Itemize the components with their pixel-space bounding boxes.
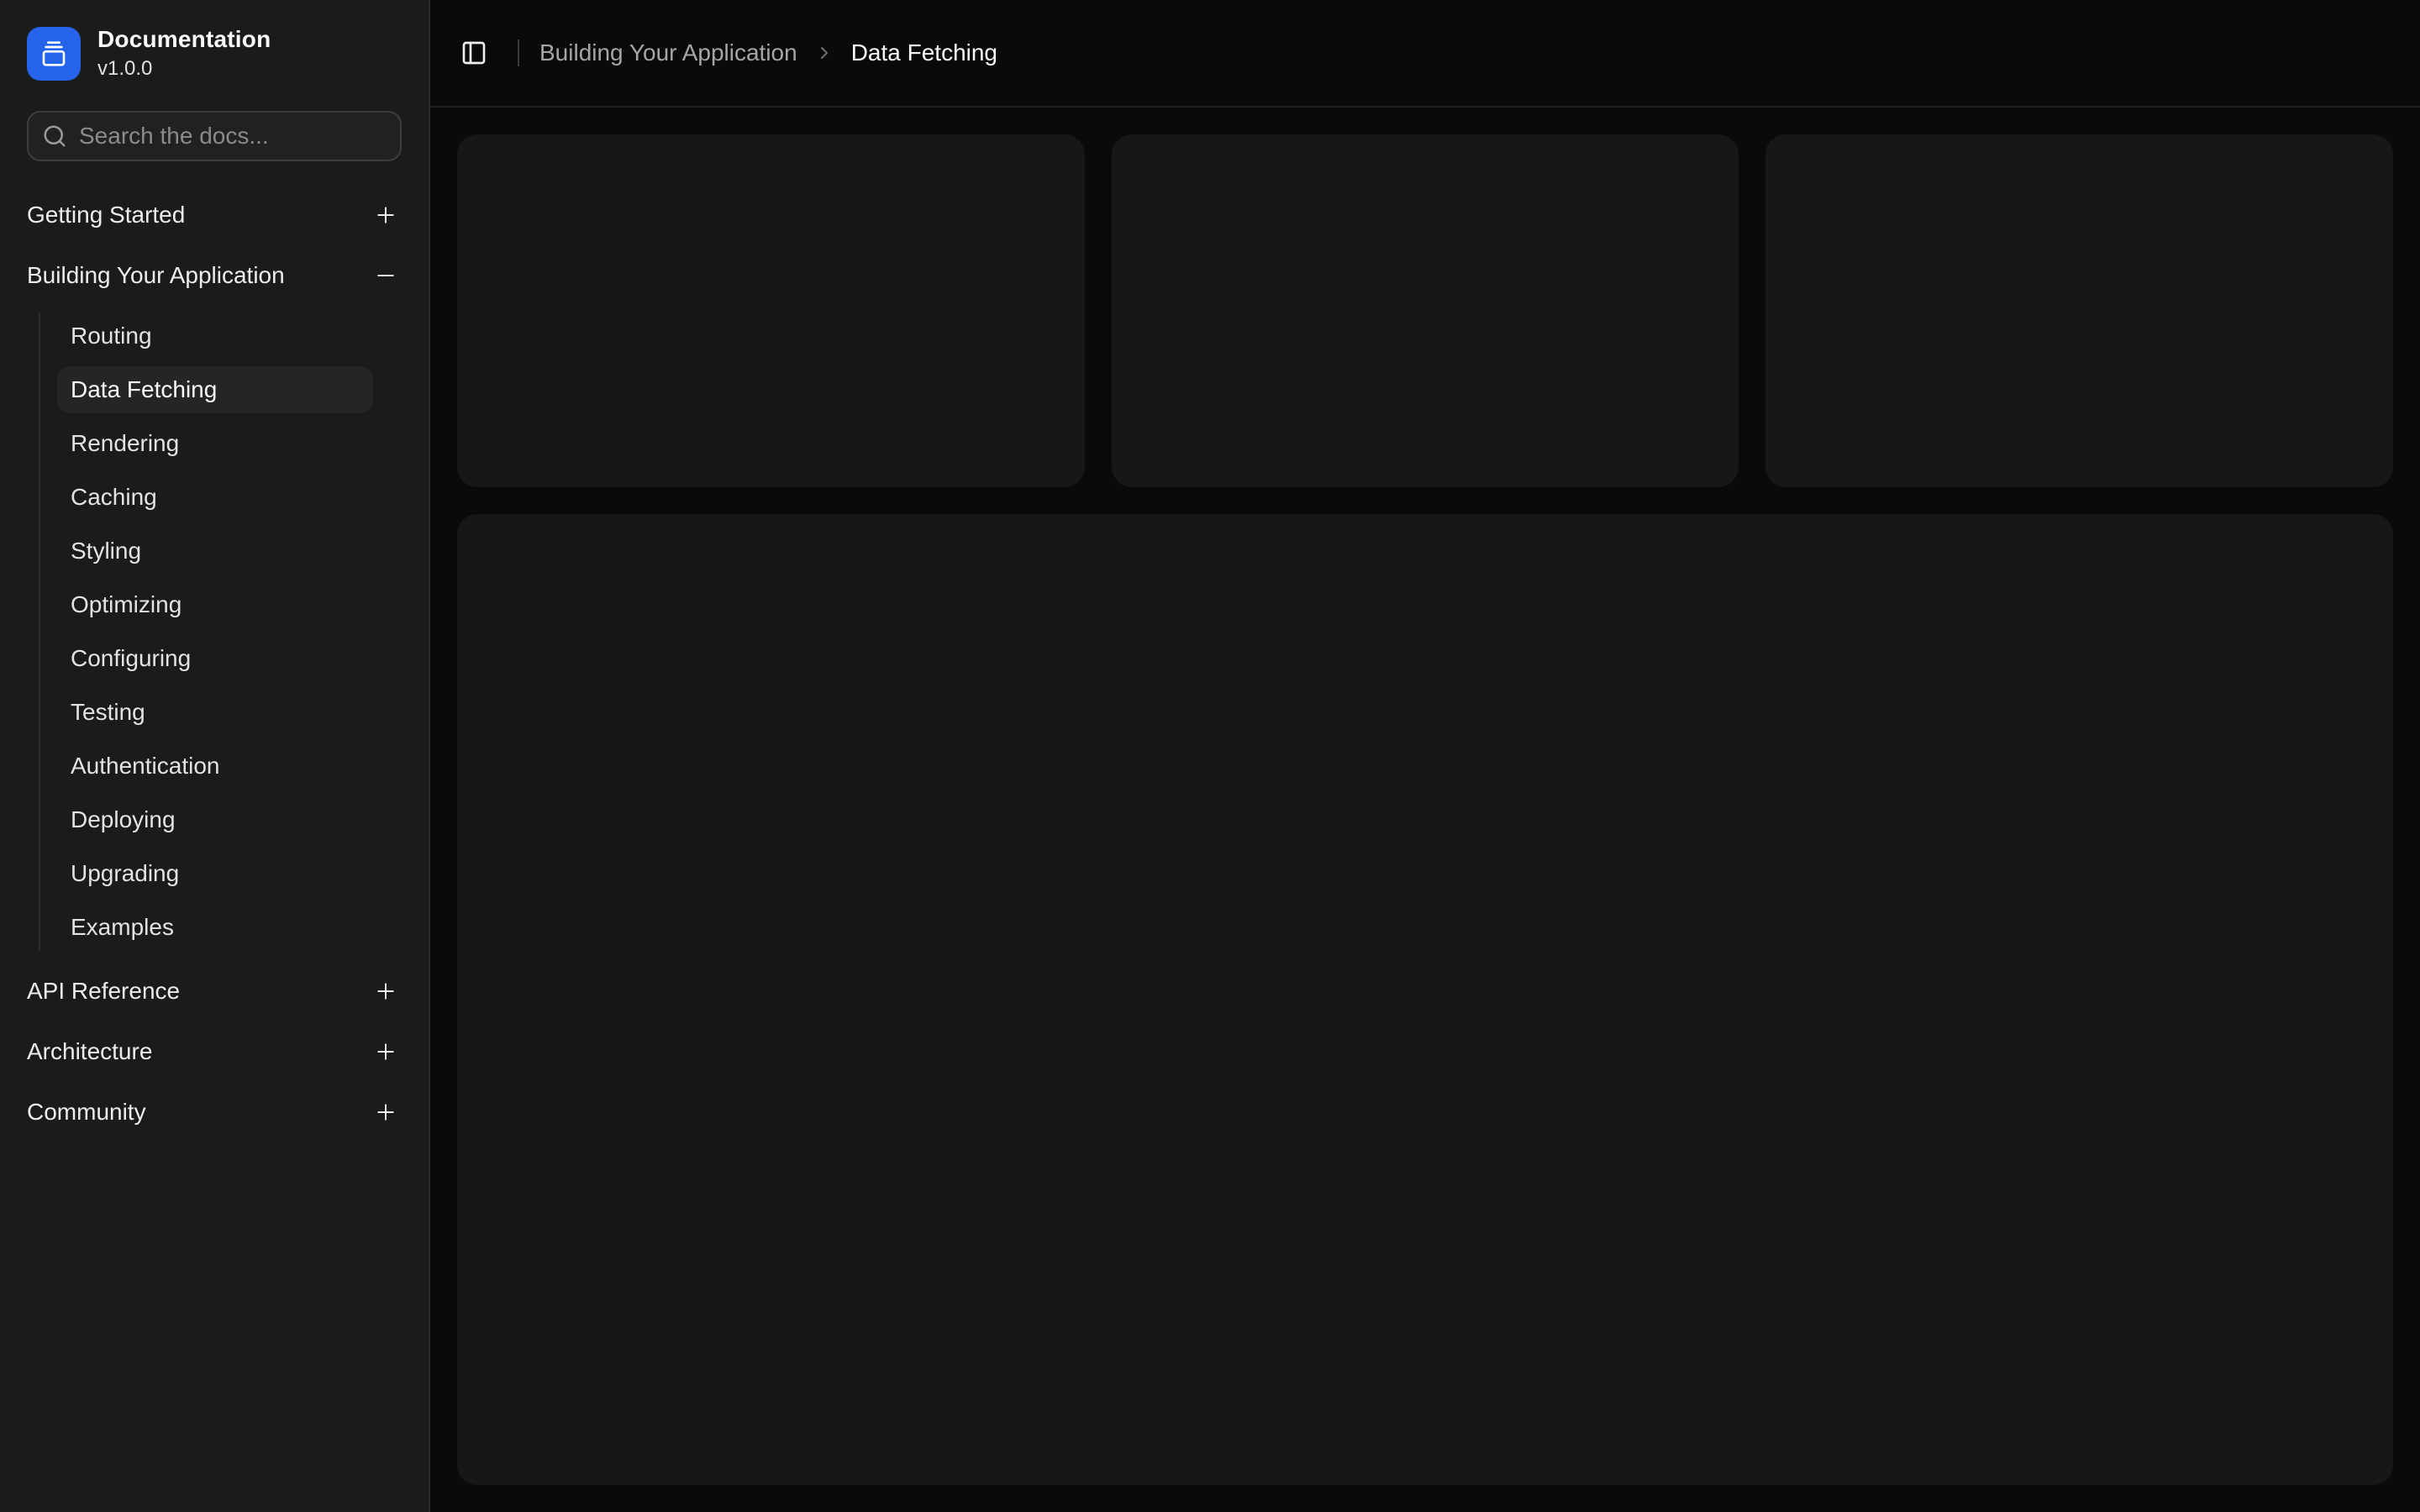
gallery-vertical-end-icon (40, 40, 67, 67)
placeholder-card (1765, 134, 2393, 487)
sidebar-header[interactable]: Documentation v1.0.0 (0, 27, 429, 81)
placeholder-card-row (457, 134, 2393, 487)
sidebar-nav: Getting Started Building Your Applicatio… (0, 188, 429, 1146)
sidebar-item-examples[interactable]: Examples (57, 904, 373, 951)
sidebar-section-getting-started[interactable]: Getting Started (0, 188, 429, 242)
sidebar-toggle-button[interactable] (450, 29, 497, 76)
sidebar-item-configuring[interactable]: Configuring (57, 635, 373, 682)
page-content (430, 108, 2420, 1512)
breadcrumb-current-page: Data Fetching (851, 39, 997, 66)
app-version: v1.0.0 (97, 58, 271, 80)
panel-left-icon (460, 39, 487, 66)
sidebar-section-building-your-application[interactable]: Building Your Application (0, 249, 429, 302)
placeholder-panel (457, 514, 2393, 1485)
sidebar-item-caching[interactable]: Caching (57, 474, 373, 521)
app-window: Documentation v1.0.0 Getting Started Bui… (0, 0, 2420, 1512)
placeholder-card (457, 134, 1085, 487)
sidebar-item-styling[interactable]: Styling (57, 528, 373, 575)
chevron-right-icon (814, 43, 834, 63)
sidebar-item-authentication[interactable]: Authentication (57, 743, 373, 790)
app-title-block: Documentation v1.0.0 (97, 27, 271, 80)
sidebar-item-upgrading[interactable]: Upgrading (57, 850, 373, 897)
plus-icon (373, 1100, 398, 1125)
sidebar-item-optimizing[interactable]: Optimizing (57, 581, 373, 628)
plus-icon (373, 202, 398, 228)
sidebar-item-data-fetching[interactable]: Data Fetching (57, 366, 373, 413)
main-area: Building Your Application Data Fetching (430, 0, 2420, 1512)
sidebar-item-deploying[interactable]: Deploying (57, 796, 373, 843)
sidebar-section-api-reference[interactable]: API Reference (0, 964, 429, 1018)
sidebar-section-architecture[interactable]: Architecture (0, 1025, 429, 1079)
section-label: Architecture (27, 1038, 152, 1065)
sidebar-section-community[interactable]: Community (0, 1085, 429, 1139)
app-title: Documentation (97, 27, 271, 53)
sidebar-submenu: Routing Data Fetching Rendering Caching … (39, 312, 373, 951)
breadcrumb-parent-link[interactable]: Building Your Application (539, 39, 797, 66)
plus-icon (373, 1039, 398, 1064)
vertical-divider (518, 39, 519, 66)
sidebar-item-rendering[interactable]: Rendering (57, 420, 373, 467)
section-label: Building Your Application (27, 262, 285, 289)
search-input[interactable] (27, 111, 402, 161)
sidebar-item-testing[interactable]: Testing (57, 689, 373, 736)
search-container (27, 111, 402, 161)
plus-icon (373, 979, 398, 1004)
sidebar-item-routing[interactable]: Routing (57, 312, 373, 360)
section-label: API Reference (27, 978, 180, 1005)
section-label: Getting Started (27, 202, 185, 228)
top-bar: Building Your Application Data Fetching (430, 0, 2420, 108)
section-label: Community (27, 1099, 146, 1126)
breadcrumb: Building Your Application Data Fetching (539, 39, 997, 66)
app-logo (27, 27, 81, 81)
placeholder-card (1112, 134, 1739, 487)
minus-icon (373, 263, 398, 288)
sidebar: Documentation v1.0.0 Getting Started Bui… (0, 0, 430, 1512)
